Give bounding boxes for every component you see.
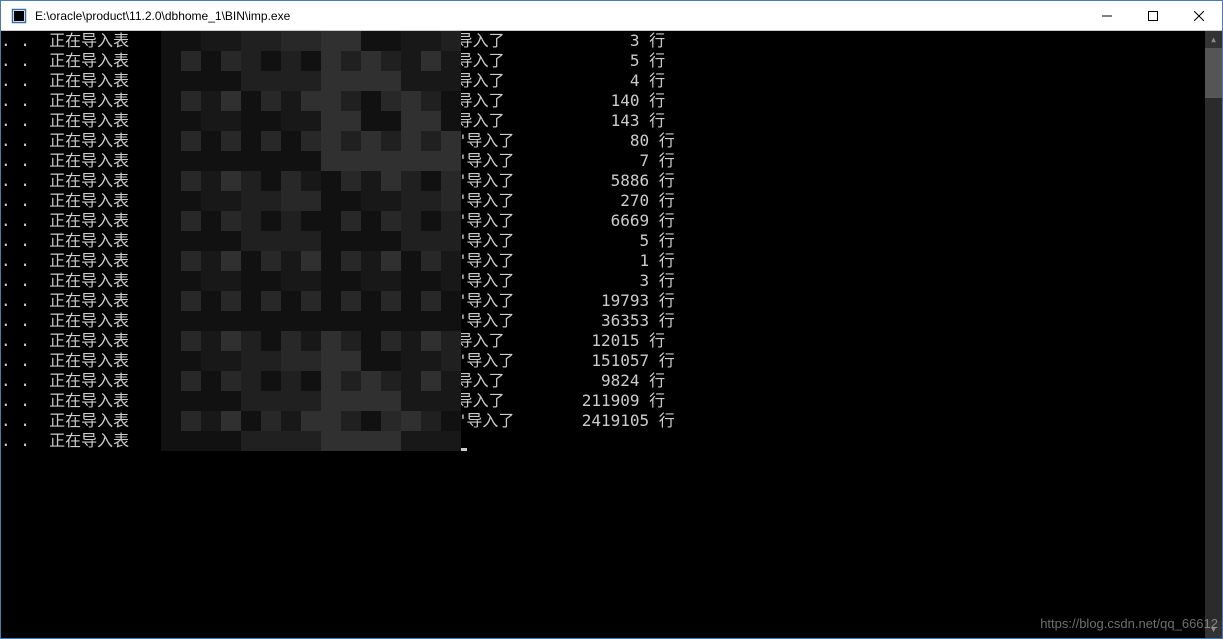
console-line: . . 正在导入表 " "导入了 3 行 <box>1 31 1205 51</box>
terminal-icon <box>11 8 27 24</box>
console-line: . . 正在导入表 " N"导入了 270 行 <box>1 191 1205 211</box>
console-line: . . 正在导入表 " "导入了 140 行 <box>1 91 1205 111</box>
console-line: . . 正在导入表 " N"导入了 80 行 <box>1 131 1205 151</box>
console-content: . . 正在导入表 " "导入了 3 行. . 正在导入表 " "导入了 5 行… <box>1 31 1205 638</box>
console-line: . . 正在导入表 " E"导入了 7 行 <box>1 151 1205 171</box>
titlebar[interactable]: E:\oracle\product\11.2.0\dbhome_1\BIN\im… <box>1 1 1222 31</box>
console-line: . . 正在导入表 " S"导入了 151057 行 <box>1 351 1205 371</box>
window-controls <box>1084 1 1222 30</box>
console-line: . . 正在导入表 " G"导入了 5 行 <box>1 231 1205 251</box>
scroll-up-button[interactable]: ▲ <box>1205 31 1222 48</box>
close-button[interactable] <box>1176 1 1222 30</box>
console-line: . . 正在导入表 " R"导入了 5886 行 <box>1 171 1205 191</box>
console-line: . . 正在导入表 " "导入了 5 行 <box>1 51 1205 71</box>
console-line: . . 正在导入表 " "导入了 143 行 <box>1 111 1205 131</box>
console-line: . . 正在导入表 " S"导入了 2419105 行 <box>1 411 1205 431</box>
minimize-button[interactable] <box>1084 1 1130 30</box>
console-line: . . 正在导入表 " E"导入了 19793 行 <box>1 291 1205 311</box>
scroll-down-button[interactable]: ▼ <box>1205 621 1222 638</box>
console-line: . . 正在导入表 " "导入了 211909 行 <box>1 391 1205 411</box>
console-area: . . 正在导入表 " "导入了 3 行. . 正在导入表 " "导入了 5 行… <box>1 31 1222 638</box>
console-line: . . 正在导入表 " "导入了 9824 行 <box>1 371 1205 391</box>
window-title: E:\oracle\product\11.2.0\dbhome_1\BIN\im… <box>35 9 1084 23</box>
console-line: . . 正在导入表 " K"导入了 6669 行 <box>1 211 1205 231</box>
maximize-button[interactable] <box>1130 1 1176 30</box>
console-line: . . 正在导入表 " D"导入了 1 行 <box>1 251 1205 271</box>
console-line: . . 正在导入表 " R"导入了 36353 行 <box>1 311 1205 331</box>
console-line-active: . . 正在导入表 " " <box>1 431 1205 451</box>
app-window: E:\oracle\product\11.2.0\dbhome_1\BIN\im… <box>0 0 1223 639</box>
vertical-scrollbar[interactable]: ▲ ▼ <box>1205 31 1222 638</box>
console-line: . . 正在导入表 " "导入了 4 行 <box>1 71 1205 91</box>
scroll-thumb[interactable] <box>1205 48 1222 98</box>
console-line: . . 正在导入表 " G"导入了 3 行 <box>1 271 1205 291</box>
console-line: . . 正在导入表 " "导入了 12015 行 <box>1 331 1205 351</box>
